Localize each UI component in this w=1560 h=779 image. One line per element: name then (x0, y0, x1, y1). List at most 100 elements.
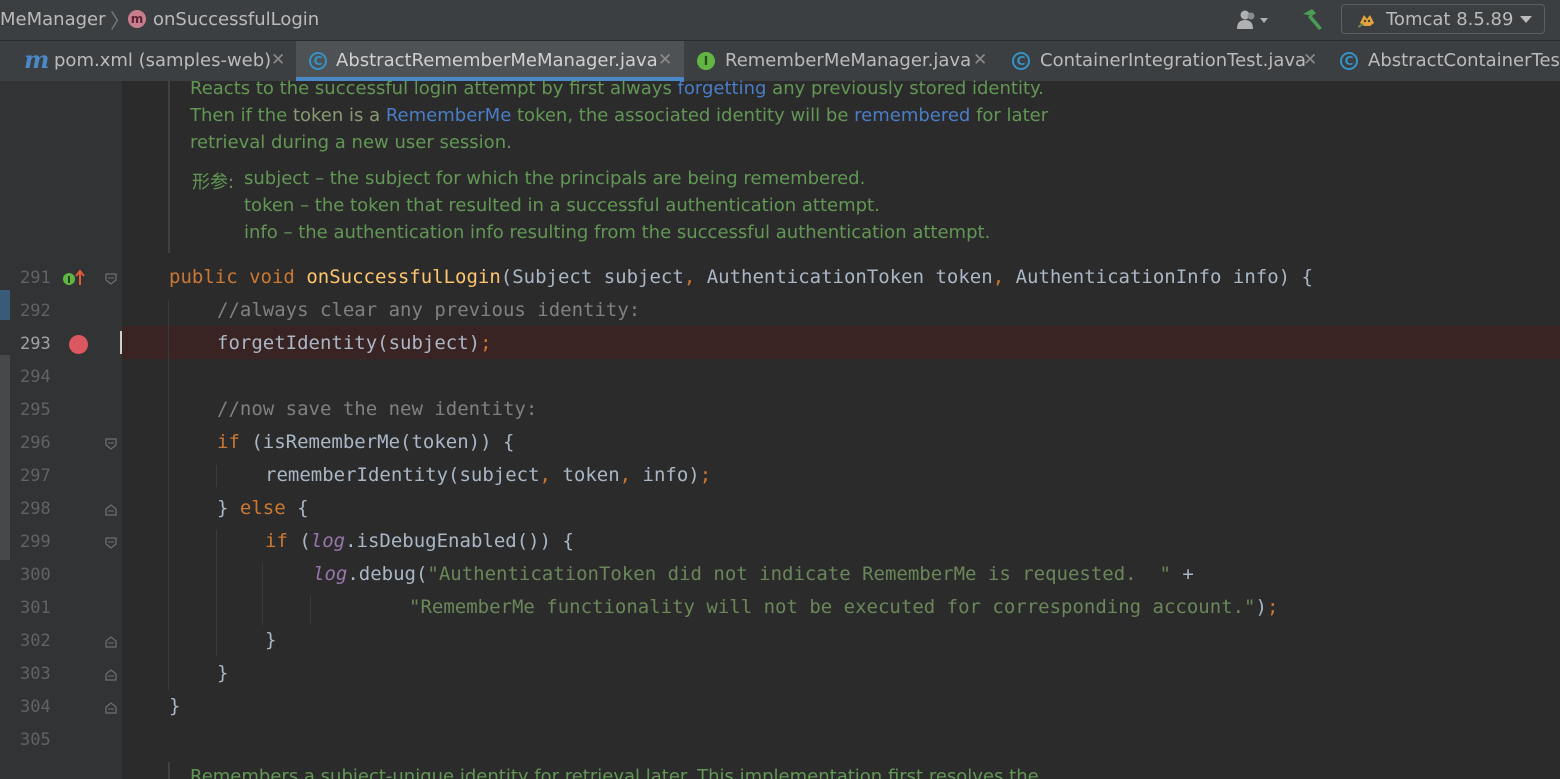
code-line[interactable]: } (217, 662, 228, 684)
line-number: 305 (20, 730, 51, 750)
javadoc-param: subject – the subject for which the prin… (244, 168, 865, 189)
code-line[interactable]: } (265, 629, 276, 651)
doc-text: Reacts to the successful login attempt b… (190, 78, 678, 99)
fold-open-icon[interactable] (105, 438, 117, 450)
tab-abstract-container-test[interactable]: C AbstractContainerTest (1330, 41, 1560, 81)
close-icon[interactable]: ✕ (973, 50, 987, 70)
punctuation: , (539, 464, 551, 486)
run-configuration-selector[interactable]: Tomcat 8.5.89 (1341, 4, 1545, 34)
param-name: subject (244, 168, 310, 189)
line-number: 292 (20, 301, 51, 321)
doc-text: token, the associated identity will be (511, 105, 855, 126)
code-line[interactable]: log.debug("AuthenticationToken did not i… (313, 563, 1194, 585)
scroll-marker (0, 290, 10, 320)
doc-link[interactable]: RememberMe (386, 105, 511, 126)
code-comment[interactable]: //now save the new identity: (217, 398, 537, 420)
param-desc: – the token that resulted in a successfu… (294, 195, 880, 216)
keyword: void (249, 266, 295, 288)
indent-guide (310, 596, 311, 624)
javadoc-line: Remembers a subject-unique identity for … (190, 766, 1039, 779)
fold-open-icon[interactable] (105, 537, 117, 549)
editor-gutter[interactable] (0, 81, 122, 779)
code-line[interactable]: forgetIdentity(subject); (217, 332, 492, 354)
indent-guide (216, 465, 217, 487)
fold-close-icon[interactable] (105, 702, 117, 714)
code-line[interactable]: rememberIdentity(subject, token, info); (265, 464, 711, 486)
tab-container-integration-test[interactable]: C ContainerIntegrationTest.java ✕ (1000, 41, 1330, 81)
breadcrumb-separator-icon: 〉 (110, 9, 130, 33)
breadcrumb-method[interactable]: onSuccessfulLogin (153, 9, 319, 30)
user-dropdown-icon[interactable] (1236, 9, 1270, 31)
breadcrumb-class[interactable]: MeManager (0, 9, 106, 30)
implements-method-icon[interactable]: I (62, 269, 86, 287)
fold-close-icon[interactable] (105, 669, 117, 681)
fold-close-icon[interactable] (105, 636, 117, 648)
line-number: 299 (20, 532, 51, 552)
code-line[interactable]: if (isRememberMe(token)) { (217, 431, 514, 453)
keyword: if (217, 431, 240, 453)
doc-link[interactable]: remembered (854, 105, 970, 126)
tab-label: pom.xml (samples-web) (54, 50, 272, 71)
doc-link[interactable]: forgetting (678, 78, 767, 99)
build-hammer-icon[interactable] (1300, 8, 1326, 32)
param-desc: – the authentication info resulting from… (277, 222, 991, 243)
chevron-down-icon (1520, 16, 1532, 23)
keyword: if (265, 530, 288, 552)
param-name: token (244, 195, 295, 216)
code-text: forgetIdentity(subject) (217, 332, 481, 354)
fold-close-icon[interactable] (105, 504, 117, 516)
code-line[interactable]: "RememberMe functionality will not be ex… (409, 596, 1278, 618)
javadoc-line: Then if the token is a RememberMe token,… (190, 105, 1048, 126)
javadoc-param: info – the authentication info resulting… (244, 222, 990, 243)
close-icon[interactable]: ✕ (271, 50, 285, 70)
javadoc-param: token – the token that resulted in a suc… (244, 195, 880, 216)
code-text: ) (1255, 596, 1267, 618)
code-line[interactable]: if (log.isDebugEnabled()) { (265, 530, 574, 552)
method-icon: m (128, 10, 146, 28)
line-number: 301 (20, 598, 51, 618)
breakpoint-icon[interactable] (69, 335, 88, 354)
code-line[interactable]: } else { (217, 497, 309, 519)
javadoc-bar (168, 81, 170, 253)
keyword: public (169, 266, 238, 288)
code-text: AuthenticationInfo info) { (1004, 266, 1313, 288)
line-number: 303 (20, 664, 51, 684)
svg-text:I: I (67, 275, 71, 286)
structure-marker (0, 355, 10, 560)
text-caret (120, 331, 122, 354)
param-name: info (244, 222, 278, 243)
editor-tab-bar: m pom.xml (samples-web) ✕ C AbstractReme… (0, 41, 1560, 82)
code-line[interactable]: } (169, 695, 180, 717)
code-comment[interactable]: //always clear any previous identity: (217, 299, 640, 321)
fold-open-icon[interactable] (105, 273, 117, 285)
tab-label: AbstractContainerTest (1368, 50, 1560, 71)
code-text: .isDebugEnabled()) { (345, 530, 574, 552)
punctuation: , (619, 464, 632, 486)
method-name: onSuccessfulLogin (306, 266, 501, 288)
close-icon[interactable]: ✕ (658, 50, 672, 70)
tab-abstract-remember-me-manager[interactable]: C AbstractRememberMeManager.java ✕ (296, 41, 684, 81)
doc-text: any previously stored identity. (766, 78, 1044, 99)
test-class-icon: C (1012, 52, 1030, 70)
punctuation: ; (480, 332, 492, 354)
punctuation: ; (699, 464, 712, 486)
code-text: + (1170, 563, 1194, 585)
punctuation: ; (1266, 596, 1279, 618)
run-configuration-label: Tomcat 8.5.89 (1386, 9, 1514, 30)
maven-icon: m (24, 45, 50, 74)
params-label: 形参: (192, 172, 235, 193)
line-number: 300 (20, 565, 51, 585)
close-icon[interactable]: ✕ (1303, 50, 1317, 70)
interface-icon: I (697, 52, 715, 70)
tab-label: AbstractRememberMeManager.java (336, 50, 658, 71)
line-number: 295 (20, 400, 51, 420)
tab-label: RememberMeManager.java (725, 50, 972, 71)
tab-pom-xml[interactable]: m pom.xml (samples-web) ✕ (12, 41, 294, 81)
code-line[interactable]: public void onSuccessfulLogin(Subject su… (169, 266, 1313, 288)
indent-guide (168, 300, 169, 690)
code-text: (Subject subject (500, 266, 684, 288)
code-text: (isRememberMe(token)) { (239, 431, 515, 453)
tab-remember-me-manager[interactable]: I RememberMeManager.java ✕ (686, 41, 998, 81)
param-desc: – the subject for which the principals a… (309, 168, 866, 189)
indent-guide (216, 530, 217, 656)
